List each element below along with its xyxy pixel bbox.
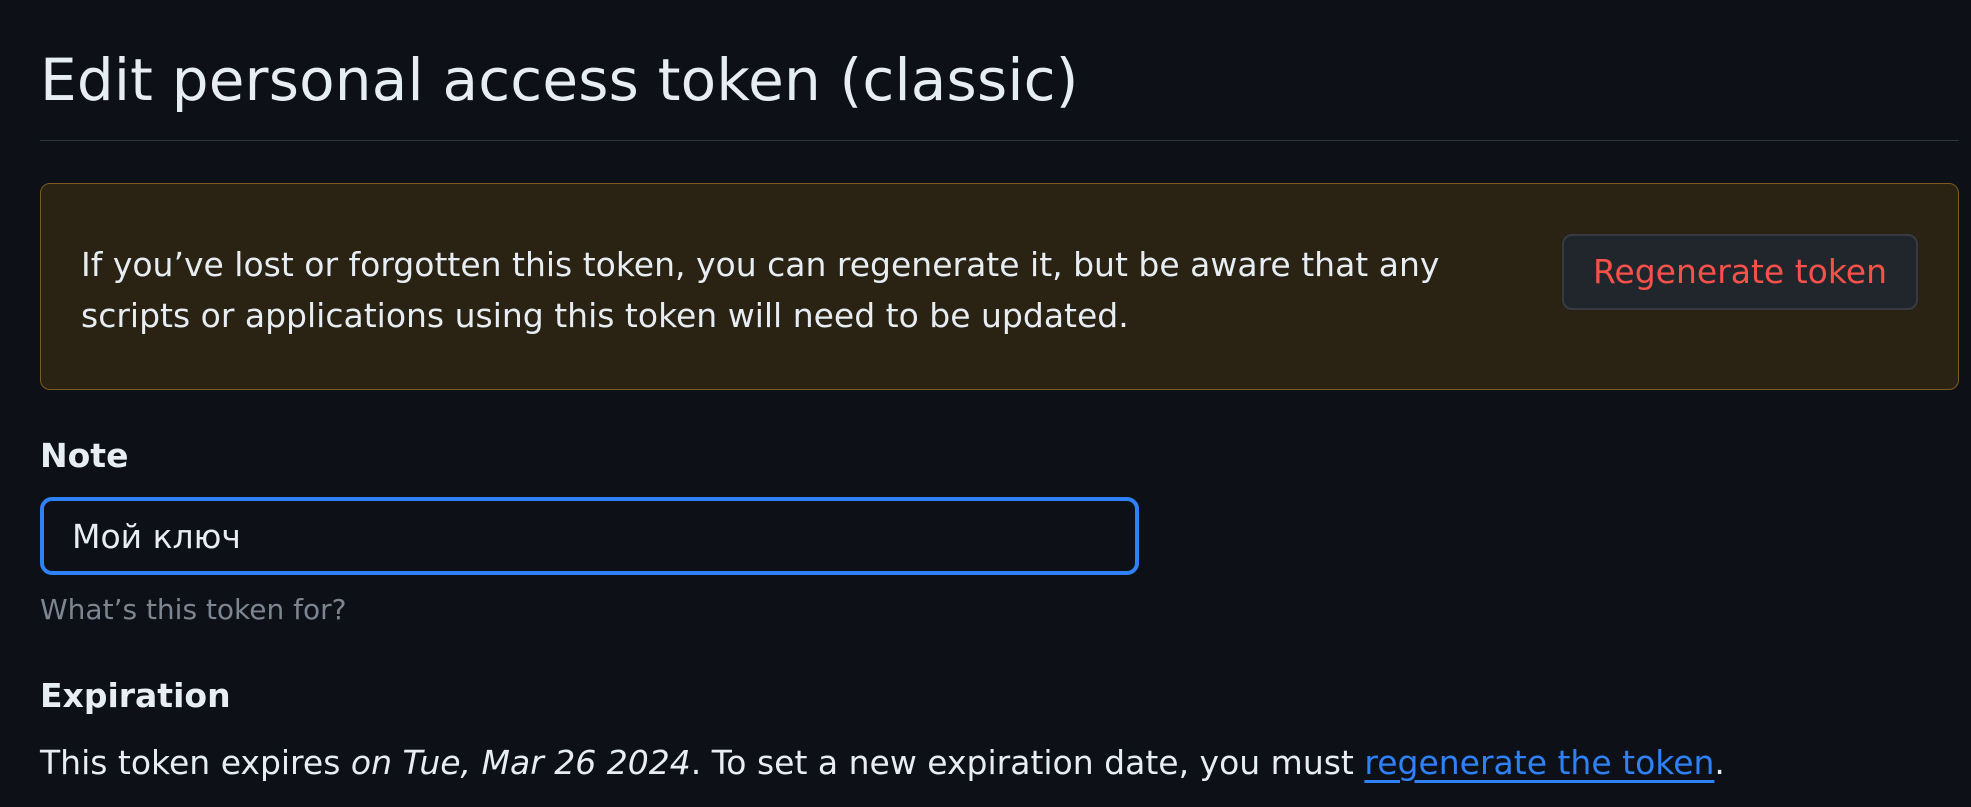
expiration-suffix: . — [1714, 743, 1725, 782]
expiration-label: Expiration — [40, 676, 231, 715]
note-label: Note — [40, 436, 129, 475]
note-hint: What’s this token for? — [40, 593, 347, 626]
title-divider — [40, 140, 1959, 141]
expiration-date: on Tue, Mar 26 2024 — [350, 743, 691, 782]
expiration-middle: . To set a new expiration date, you must — [690, 743, 1365, 782]
expiration-text: This token expires on Tue, Mar 26 2024. … — [40, 740, 1725, 786]
expiration-prefix: This token expires — [40, 743, 351, 782]
regenerate-token-button[interactable]: Regenerate token — [1562, 234, 1918, 310]
page-title: Edit personal access token (classic) — [40, 46, 1079, 114]
note-input[interactable] — [40, 497, 1139, 575]
regenerate-warning-box: If you’ve lost or forgotten this token, … — [40, 183, 1959, 390]
regenerate-token-link[interactable]: regenerate the token — [1364, 743, 1714, 782]
warning-message: If you’ve lost or forgotten this token, … — [81, 245, 1440, 335]
